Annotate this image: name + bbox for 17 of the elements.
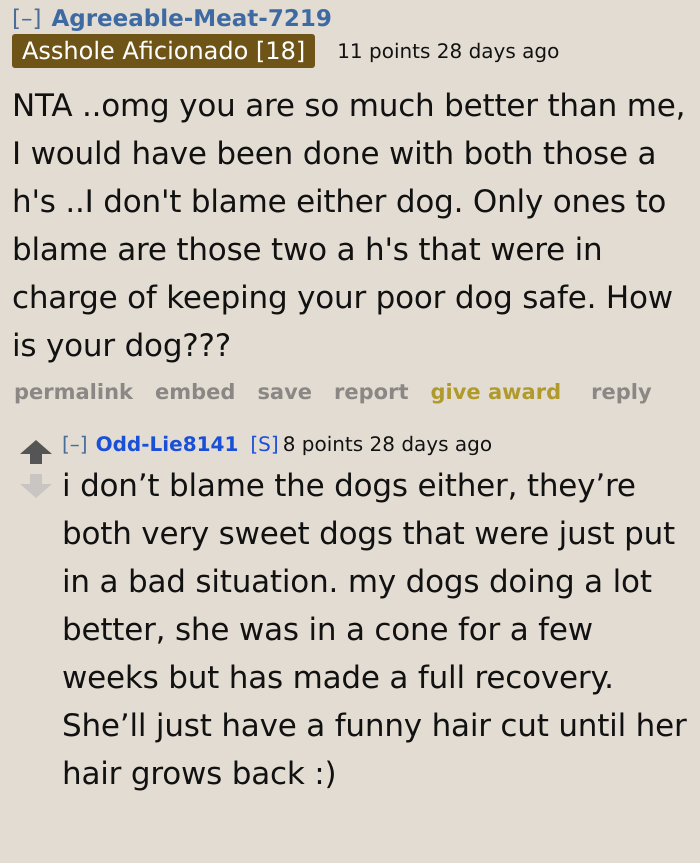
collapse-link[interactable]: [–]: [12, 6, 42, 32]
submitter-tag[interactable]: [S]: [250, 432, 279, 456]
username-link[interactable]: Agreeable-Meat-7219: [51, 6, 332, 32]
comment-meta: 8 points 28 days ago: [282, 432, 492, 456]
collapse-link[interactable]: [–]: [62, 432, 88, 456]
upvote-arrow-icon[interactable]: [20, 440, 52, 464]
action-link[interactable]: give award: [430, 380, 562, 404]
action-link[interactable]: permalink: [14, 380, 133, 404]
action-link[interactable]: save: [257, 380, 312, 404]
username-link[interactable]: Odd-Lie8141: [96, 432, 238, 456]
action-link[interactable]: report: [334, 380, 409, 404]
user-flair: Asshole Aficionado [18]: [12, 34, 316, 68]
comment-text: NTA ..omg you are so much better than me, I would have been done with both those a h's ..I don't blame either dog. Only ones to blame are those two a h's that were in charge of keeping your poor dog safe. How is your dog???: [12, 87, 686, 366]
action-link[interactable]: embed: [155, 380, 236, 404]
comment-text: i don’t blame the dogs either, they’re both very sweet dogs that were just put in a bad situation. my dogs doing a lot better, she was in a cone for a few weeks but has made a full recovery. She’ll just have a funny hair cut until her hair grows back :): [62, 467, 688, 794]
action-link[interactable]: reply: [591, 380, 652, 404]
comment-meta: 11 points 28 days ago: [337, 39, 560, 63]
